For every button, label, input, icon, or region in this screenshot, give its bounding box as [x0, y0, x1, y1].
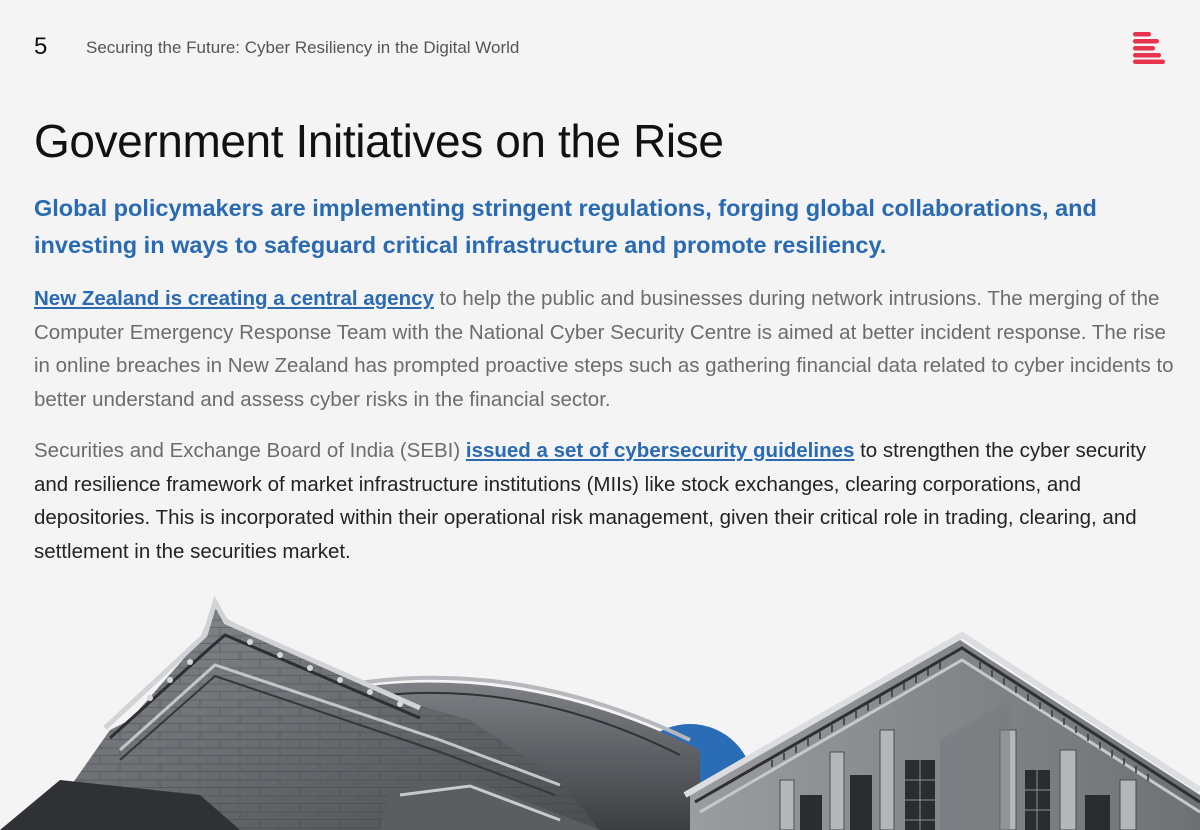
new-zealand-agency-link[interactable]: New Zealand is creating a central agency [34, 287, 434, 310]
government-building-image [0, 595, 1200, 830]
document-title: Securing the Future: Cyber Resiliency in… [86, 38, 520, 57]
page-header: 5 Securing the Future: Cyber Resiliency … [34, 32, 1166, 66]
page-number: 5 [34, 33, 48, 60]
sebi-paragraph-prefix: Securities and Exchange Board of India (… [34, 439, 466, 462]
sebi-guidelines-link[interactable]: issued a set of cybersecurity guidelines [466, 439, 855, 462]
new-zealand-paragraph: New Zealand is creating a central agency… [34, 282, 1174, 416]
sebi-paragraph: Securities and Exchange Board of India (… [34, 434, 1174, 568]
lead-paragraph: Global policymakers are implementing str… [34, 195, 1097, 258]
page-title: Government Initiatives on the Rise [34, 115, 724, 167]
stacked-lines-logo-icon [1133, 32, 1165, 64]
